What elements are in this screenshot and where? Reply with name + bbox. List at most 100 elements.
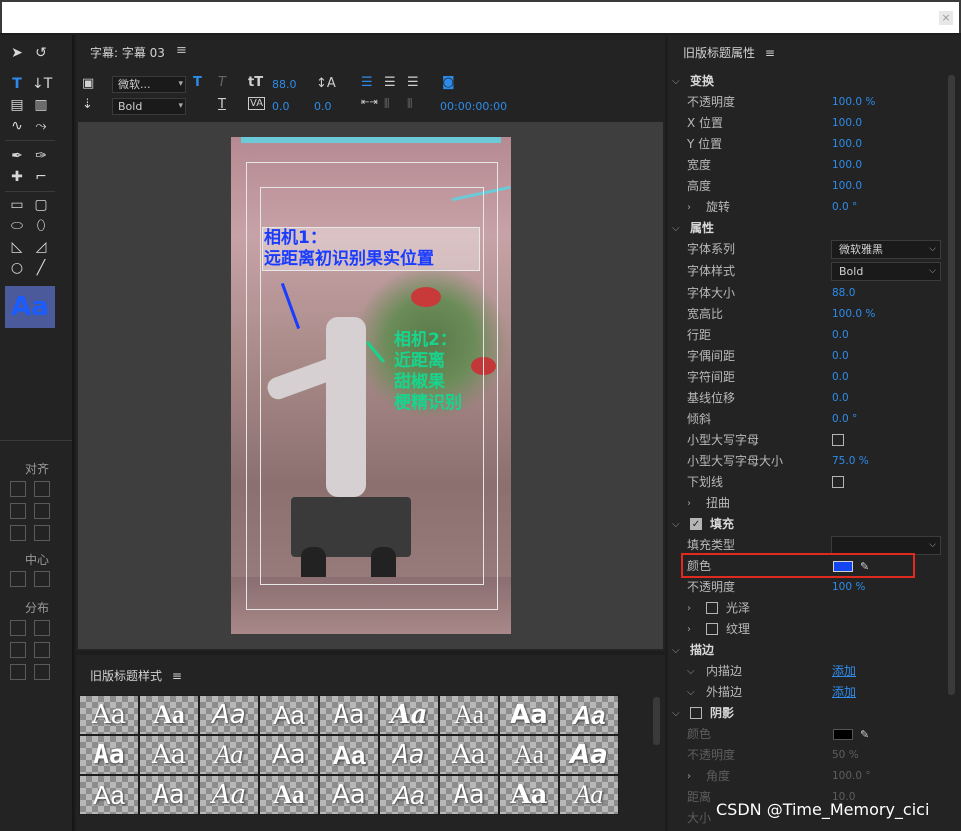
line-tool-icon[interactable]: ╱ [32, 259, 50, 277]
align-bottom-icon[interactable] [34, 525, 50, 541]
center-vertical-icon[interactable] [34, 571, 50, 587]
style-sample-tile[interactable]: Aa [319, 775, 379, 815]
shadow-eyedropper-icon[interactable]: ✎ [860, 724, 869, 745]
selection-tool-icon[interactable]: ➤ [8, 44, 26, 62]
vertical-area-type-tool-icon[interactable]: ▥ [32, 96, 50, 114]
font-family-select[interactable]: 微软雅黑 ⌵ [831, 240, 941, 259]
stroke-section[interactable]: ⌵ 描边 [668, 640, 948, 661]
tab-icon[interactable]: ⇤⇥ [361, 97, 378, 108]
aspect-value[interactable]: 100.0 % [832, 304, 875, 325]
style-sample-tile[interactable]: Aa [259, 775, 319, 815]
style-sample-tile[interactable]: Aa [79, 735, 139, 775]
add-outer-stroke-link[interactable]: 添加 [832, 682, 856, 703]
rotation-row[interactable]: › 旋转 0.0 ° [668, 197, 948, 218]
style-sample-tile[interactable]: Aa [559, 775, 619, 815]
style-sample-tile[interactable]: Aa [79, 695, 139, 735]
underline-icon[interactable]: T [218, 97, 226, 112]
style-sample-tile[interactable]: Aa [139, 695, 199, 735]
style-sample-tile[interactable]: Aa [259, 735, 319, 775]
style-sample-tile[interactable]: Aa [319, 695, 379, 735]
font-size-value[interactable]: 88.0 [272, 78, 297, 91]
width-value[interactable]: 100.0 [832, 155, 862, 176]
distort-row[interactable]: › 扭曲 [668, 493, 948, 514]
fill-section[interactable]: ⌵ ✓ 填充 [668, 514, 948, 535]
style-sample-tile[interactable]: Aa [139, 735, 199, 775]
sheen-row[interactable]: › 光泽 [668, 598, 948, 619]
rotation-tool-icon[interactable]: ↺ [32, 44, 50, 62]
font-style-select[interactable]: Bold ⌵ [831, 262, 941, 281]
style-sample-tile[interactable]: Aa [139, 775, 199, 815]
tracking-value[interactable]: 0.0 [832, 367, 849, 388]
pen-tool-icon[interactable]: ✒ [8, 147, 26, 165]
tab-stops-icon[interactable]: ⇣ [82, 97, 93, 112]
x-position-value[interactable]: 100.0 [832, 113, 862, 134]
rectangle-tool-icon[interactable]: ▭ [8, 196, 26, 214]
wedge-tool-icon[interactable]: ◺ [8, 238, 26, 256]
camera1-caption[interactable]: 相机1： 远距离初识别果实位置 [262, 227, 480, 271]
distribute-4-icon[interactable] [34, 642, 50, 658]
delete-anchor-tool-icon[interactable]: ✑ [32, 147, 50, 165]
styles-scrollbar[interactable] [653, 697, 660, 745]
camera2-caption[interactable]: 相机2： 近距离 甜椒果 梗精识别 [394, 330, 462, 414]
align-center-text-icon[interactable]: ☰ [384, 75, 396, 90]
editor-tab-title[interactable]: 字幕: 字幕 03 [90, 44, 165, 61]
leading-value[interactable]: 0.0 [314, 100, 332, 113]
show-background-video-icon[interactable]: ◙ [442, 75, 455, 90]
distribute-5-icon[interactable] [10, 664, 26, 680]
editor-menu-icon[interactable]: ≡ [176, 43, 187, 58]
font-family-dropdown[interactable]: 微软... ▾ [112, 76, 186, 93]
vertical-type-tool-icon[interactable]: ↓T [32, 75, 52, 93]
roll-crawl-icon[interactable]: ▣ [82, 76, 94, 91]
italic-icon[interactable]: T [218, 75, 226, 90]
shadow-opacity-value[interactable]: 50 % [832, 745, 859, 766]
align-right-text-icon[interactable]: ☰ [407, 75, 419, 90]
align-center-h-icon[interactable] [10, 503, 26, 519]
close-icon[interactable]: × [939, 11, 953, 25]
kerning-prop-value[interactable]: 0.0 [832, 346, 849, 367]
style-sample-tile[interactable]: Aa [199, 775, 259, 815]
style-sample-tile[interactable]: Aa [439, 695, 499, 735]
align-right-icon[interactable] [10, 525, 26, 541]
style-sample-tile[interactable]: Aa [439, 775, 499, 815]
tab-left-icon[interactable]: ⫴ [384, 97, 389, 112]
texture-row[interactable]: › 纹理 [668, 619, 948, 640]
type-tool-icon[interactable]: T [8, 75, 26, 93]
ellipse-tool-icon[interactable]: ○ [8, 259, 26, 277]
smallcaps-checkbox[interactable] [832, 434, 844, 446]
add-inner-stroke-link[interactable]: 添加 [832, 661, 856, 682]
tab-right-icon[interactable]: ⫴ [407, 97, 412, 112]
fill-opacity-value[interactable]: 100 % [832, 577, 865, 598]
style-sample-tile[interactable]: Aa [199, 735, 259, 775]
distribute-3-icon[interactable] [10, 642, 26, 658]
font-style-dropdown[interactable]: Bold ▾ [112, 98, 186, 115]
transform-section[interactable]: ⌵ 变换 [668, 71, 948, 92]
shadow-color-swatch[interactable] [833, 729, 853, 740]
style-sample-tile[interactable]: Aa [199, 695, 259, 735]
bold-icon[interactable]: T [193, 75, 202, 90]
arc-tool-icon[interactable]: ◿ [32, 238, 50, 256]
align-left-text-icon[interactable]: ☰ [361, 75, 373, 90]
slant-value[interactable]: 0.0 ° [832, 409, 857, 430]
props-scrollbar[interactable] [948, 75, 955, 695]
clipped-rectangle-tool-icon[interactable]: ⬭ [8, 217, 26, 235]
rounded-rectangle-tool-icon[interactable]: ▢ [32, 196, 50, 214]
shadow-checkbox[interactable] [690, 707, 702, 719]
sheen-checkbox[interactable] [706, 602, 718, 614]
rotation-value[interactable]: 0.0 ° [832, 197, 857, 218]
style-sample-tile[interactable]: Aa [379, 735, 439, 775]
baseline-value[interactable]: 0.0 [832, 388, 849, 409]
shadow-angle-value[interactable]: 100.0 ° [832, 766, 871, 787]
area-type-tool-icon[interactable]: ▤ [8, 96, 26, 114]
vertical-path-type-tool-icon[interactable]: ⤳ [32, 117, 50, 135]
style-sample-tile[interactable]: Aa [499, 775, 559, 815]
fill-checkbox[interactable]: ✓ [690, 518, 702, 530]
align-top-icon[interactable] [34, 481, 50, 497]
timecode-value[interactable]: 00:00:00:00 [440, 100, 507, 113]
styles-menu-icon[interactable]: ≡ [172, 669, 182, 683]
style-sample-tile[interactable]: Aa [499, 735, 559, 775]
style-sample-tile[interactable]: Aa [79, 775, 139, 815]
style-sample-tile[interactable]: Aa [439, 735, 499, 775]
style-sample-tile[interactable]: Aa [559, 695, 619, 735]
align-center-v-icon[interactable] [34, 503, 50, 519]
add-anchor-tool-icon[interactable]: ✚ [8, 168, 26, 186]
